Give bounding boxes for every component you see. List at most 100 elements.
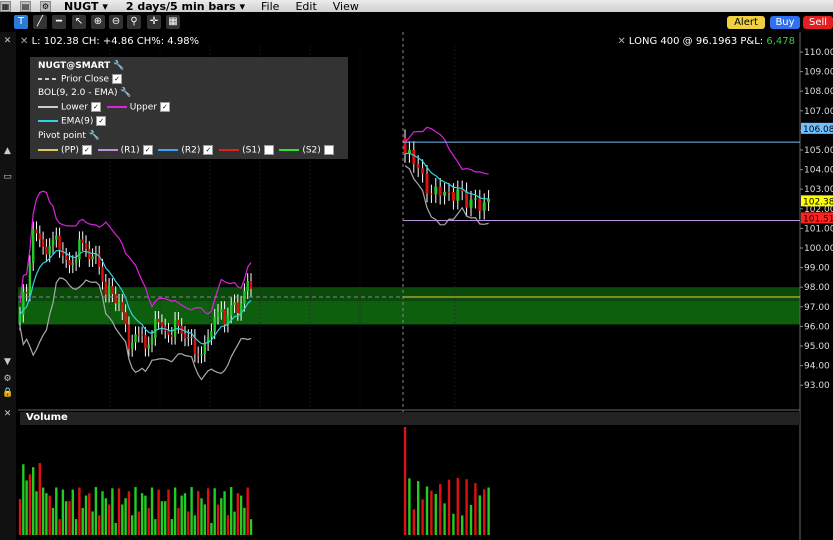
candle-b9 (443, 191, 447, 196)
volume-bar-53 (193, 515, 197, 535)
position-readout: ✕ LONG 400 @ 96.1963 P&L: 6,478 (617, 36, 795, 47)
volume-bar-20 (84, 495, 88, 535)
wrench-icon[interactable]: 🔧 (113, 61, 124, 71)
price-axis-label-9: 101.00 (804, 224, 833, 234)
candle-a12 (58, 235, 61, 251)
close-position-icon[interactable]: ✕ (617, 36, 625, 47)
volume-bar-15 (68, 501, 71, 535)
volume-bar-5 (35, 491, 38, 535)
candle-a50 (183, 333, 187, 339)
volume-bar-74 (417, 481, 420, 535)
volume-bar-33 (127, 491, 131, 535)
volume-bar-69 (246, 487, 249, 535)
price-axis-label-1: 109.00 (804, 68, 833, 78)
s1-checkbox[interactable] (263, 145, 274, 155)
volume-bar-67 (239, 495, 243, 535)
candle-a9 (48, 246, 51, 255)
volume-label: Volume (26, 412, 68, 423)
candle-a8 (45, 246, 48, 255)
volume-bar-10 (51, 507, 55, 535)
candle-a48 (177, 319, 180, 326)
candle-a29 (114, 294, 117, 304)
volume-bar-87 (474, 483, 477, 535)
volume-bar-25 (101, 491, 104, 535)
candle-b15 (469, 199, 473, 208)
volume-bar-55 (200, 498, 203, 535)
volume-bar-18 (78, 487, 81, 535)
volume-bar-45 (167, 489, 170, 535)
price-axis-label-2: 108.00 (804, 87, 833, 97)
volume-bar-0 (18, 499, 22, 535)
volume-bar-2 (25, 480, 28, 535)
volume-bar-80 (443, 503, 446, 535)
indicator-legend: NUGT@SMART 🔧 Prior Close ✓ BOL(9, 2.0 - E… (30, 57, 348, 159)
price-axis-label-16: 94.00 (804, 362, 830, 372)
candle-a27 (107, 285, 111, 295)
volume-bar-31 (121, 504, 124, 535)
volume-bar-42 (157, 489, 160, 535)
candle-a45 (167, 330, 170, 335)
candle-a20 (84, 243, 88, 250)
candle-a30 (117, 301, 121, 304)
candle-a22 (91, 256, 94, 260)
prior-close-checkbox[interactable]: ✓ (112, 74, 123, 84)
volume-bar-62 (223, 491, 226, 535)
candle-b14 (465, 191, 469, 208)
price-axis-label-13: 97.00 (804, 303, 830, 313)
price-axis-label-7: 103.00 (804, 185, 833, 195)
volume-bar-77 (430, 490, 433, 535)
volume-bar-78 (434, 494, 437, 535)
s2-checkbox[interactable] (323, 145, 334, 155)
volume-bar-21 (88, 493, 91, 535)
price-axis-label-10: 100.00 (804, 244, 833, 254)
volume-bar-90 (487, 487, 490, 535)
candle-a66 (236, 302, 239, 313)
volume-bar-83 (456, 478, 459, 535)
volume-bar-43 (160, 501, 164, 535)
price-axis-label-15: 95.00 (804, 342, 830, 352)
candle-a42 (157, 318, 160, 323)
volume-bar-49 (180, 495, 183, 535)
r1-checkbox[interactable]: ✓ (142, 145, 153, 155)
candle-a28 (111, 285, 114, 295)
volume-bar-12 (58, 519, 61, 535)
price-axis-label-3: 107.00 (804, 107, 833, 117)
volume-bar-47 (173, 487, 177, 535)
volume-bar-6 (38, 463, 41, 535)
candle-b11 (451, 192, 455, 201)
volume-bar-23 (94, 487, 98, 535)
bol-wrench-icon[interactable]: 🔧 (120, 88, 131, 98)
volume-bar-81 (447, 479, 451, 535)
candle-a0 (18, 314, 22, 323)
candle-a21 (88, 249, 91, 260)
candle-b6 (429, 193, 433, 195)
ohlc-text: L: 102.38 CH: +4.86 CH%: 4.98% (31, 36, 200, 47)
ema-line-b (404, 152, 489, 200)
candle-b17 (478, 198, 482, 211)
price-axis-label-17: 93.00 (804, 381, 830, 391)
r2-checkbox[interactable]: ✓ (203, 145, 214, 155)
candle-a55 (200, 354, 203, 356)
price-tag-2: 101.51 (803, 214, 833, 224)
candle-a7 (41, 239, 45, 247)
volume-bar-44 (164, 501, 167, 535)
close-ohlc-icon[interactable]: ✕ (20, 36, 28, 47)
volume-bar-71 (403, 427, 407, 535)
pivot-wrench-icon[interactable]: 🔧 (89, 131, 100, 141)
volume-bar-40 (150, 487, 154, 535)
upper-checkbox[interactable]: ✓ (159, 102, 170, 112)
pp-checkbox[interactable]: ✓ (81, 145, 92, 155)
volume-bar-64 (230, 487, 233, 535)
volume-bar-34 (131, 515, 134, 535)
legend-symbol: NUGT@SMART 🔧 (38, 61, 125, 71)
candle-a56 (203, 343, 206, 355)
position-text: LONG 400 @ 96.1963 P&L: (628, 36, 764, 47)
candle-b8 (438, 186, 442, 196)
candle-a47 (173, 319, 177, 337)
volume-header: Volume (20, 412, 800, 425)
volume-bar-60 (216, 504, 220, 535)
candle-a15 (68, 260, 71, 266)
volume-bar-70 (249, 519, 253, 535)
ema-checkbox[interactable]: ✓ (96, 116, 107, 126)
lower-checkbox[interactable]: ✓ (90, 102, 101, 112)
